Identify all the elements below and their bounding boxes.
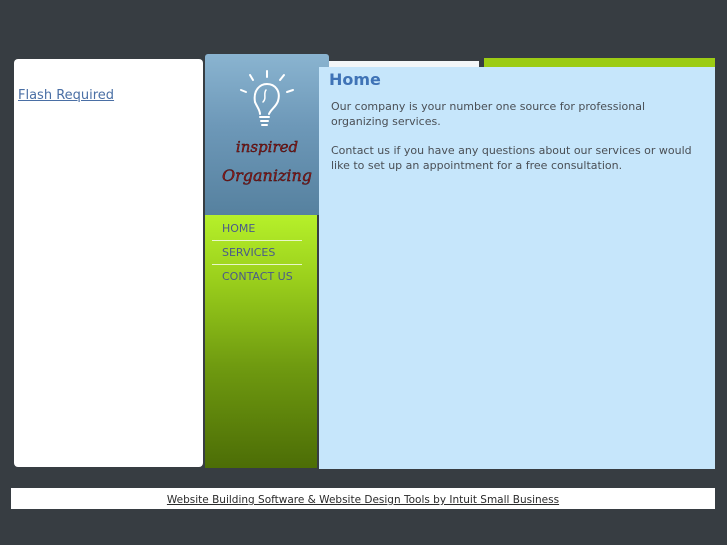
- nav-item-services[interactable]: SERVICES: [212, 241, 302, 265]
- logo-text-organizing: Organizing: [222, 166, 312, 185]
- contact-paragraph: Contact us if you have any questions abo…: [331, 144, 692, 172]
- nav-sidebar: HOME SERVICES CONTACT US: [205, 215, 317, 468]
- lightbulb-icon: [240, 70, 294, 126]
- footer: Website Building Software & Website Desi…: [11, 488, 715, 509]
- flash-required-link[interactable]: Flash Required: [18, 88, 114, 103]
- footer-link[interactable]: Website Building Software & Website Desi…: [167, 494, 559, 506]
- page-title: Home: [329, 70, 381, 89]
- logo-text-inspired: inspired: [236, 138, 298, 156]
- site-logo[interactable]: inspired Organizing: [205, 54, 329, 215]
- nav-item-home[interactable]: HOME: [212, 217, 302, 241]
- logo-graphic: inspired Organizing: [222, 70, 312, 185]
- nav-menu: HOME SERVICES CONTACT US: [212, 217, 302, 288]
- nav-item-contact-us[interactable]: CONTACT US: [212, 265, 302, 288]
- intro-paragraph: Our company is your number one source fo…: [331, 100, 646, 128]
- flash-panel: Flash Required: [14, 59, 203, 467]
- main-content: Home Our company is your number one sour…: [319, 67, 715, 469]
